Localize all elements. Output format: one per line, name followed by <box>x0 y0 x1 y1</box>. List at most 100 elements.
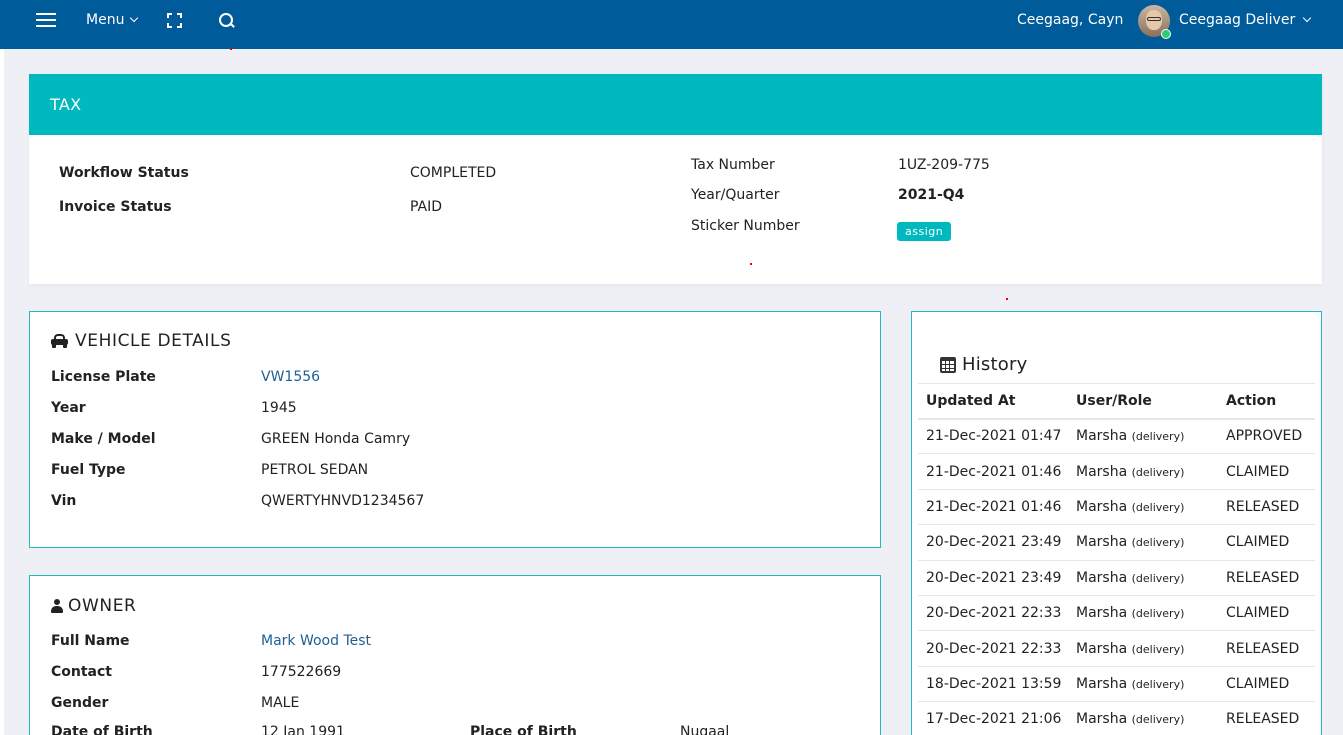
car-icon <box>51 334 68 348</box>
calendar-icon <box>940 356 956 373</box>
search-button[interactable] <box>219 0 237 40</box>
year-quarter-label: Year/Quarter <box>691 187 780 203</box>
invoice-status-label: Invoice Status <box>59 199 172 215</box>
role-dropdown-button[interactable]: Ceegaag Deliver <box>1179 0 1312 40</box>
full-name-link[interactable]: Mark Wood Test <box>261 633 371 649</box>
history-action: CLAIMED <box>1218 666 1315 703</box>
history-user-role: Marsha (delivery) <box>1068 666 1218 703</box>
history-updated-at: 20-Dec-2021 23:49 <box>918 524 1068 561</box>
user-icon <box>51 599 63 613</box>
history-user: Marsha <box>1076 463 1128 480</box>
history-updated-at: 18-Dec-2021 13:59 <box>918 666 1068 703</box>
history-row: 20-Dec-2021 23:49 Marsha (delivery) RELEAS… <box>918 560 1315 596</box>
fuel-type-value: PETROL SEDAN <box>261 462 369 478</box>
role-label: Ceegaag Deliver <box>1179 12 1296 28</box>
history-user: Marsha <box>1076 675 1128 692</box>
history-role: (delivery) <box>1131 430 1185 444</box>
tax-panel-header: TAX <box>29 74 1322 135</box>
make-model-value: GREEN Honda Camry <box>261 431 411 447</box>
column-header-user-role: User/Role <box>1068 383 1218 420</box>
owner-card <box>29 575 881 735</box>
gender-value: MALE <box>261 695 300 711</box>
history-row: 20-Dec-2021 23:49 Marsha (delivery) CLAIME… <box>918 524 1315 561</box>
history-role: (delivery) <box>1131 677 1185 691</box>
menu-dropdown-button[interactable]: Menu <box>86 0 139 40</box>
history-updated-at: 20-Dec-2021 22:33 <box>918 630 1068 667</box>
history-user: Marsha <box>1076 569 1128 586</box>
history-user-role: Marsha (delivery) <box>1068 453 1218 490</box>
dob-label: Date of Birth <box>51 724 153 735</box>
hamburger-icon <box>36 13 56 27</box>
history-action: CLAIMED <box>1218 595 1315 632</box>
history-user-role: Marsha (delivery) <box>1068 630 1218 667</box>
history-row: 17-Dec-2021 21:06 Marsha (delivery) RELEAS… <box>918 701 1315 735</box>
history-user-role: Marsha (delivery) <box>1068 595 1218 632</box>
left-edge <box>0 49 4 735</box>
history-action: CLAIMED <box>1218 453 1315 490</box>
history-user: Marsha <box>1076 711 1128 728</box>
history-action: CLAIMED <box>1218 524 1315 561</box>
column-header-action: Action <box>1218 383 1315 420</box>
avatar[interactable] <box>1138 5 1171 39</box>
artifact-dot <box>230 48 232 50</box>
fuel-type-label: Fuel Type <box>51 462 126 478</box>
history-table: Updated At User/Role Action 21-Dec-2021 … <box>918 383 1315 735</box>
vehicle-details-title: VEHICLE DETAILS <box>75 331 232 351</box>
hamburger-menu-button[interactable] <box>36 0 58 40</box>
history-user-role: Marsha (delivery) <box>1068 418 1218 455</box>
make-model-label: Make / Model <box>51 431 156 447</box>
history-row: 21-Dec-2021 01:46 Marsha (delivery) RELEAS… <box>918 489 1315 526</box>
history-role: (delivery) <box>1131 465 1185 479</box>
workflow-status-value: COMPLETED <box>410 165 497 181</box>
history-header-row: Updated At User/Role Action <box>918 383 1315 420</box>
history-role: (delivery) <box>1131 642 1185 656</box>
history-updated-at: 21-Dec-2021 01:46 <box>918 453 1068 490</box>
history-row: 20-Dec-2021 22:33 Marsha (delivery) RELEAS… <box>918 630 1315 667</box>
artifact-dot <box>1006 298 1008 300</box>
history-user-role: Marsha (delivery) <box>1068 560 1218 596</box>
tax-number-value: 1UZ-209-775 <box>898 157 990 173</box>
history-action: RELEASED <box>1218 489 1315 526</box>
workflow-status-label: Workflow Status <box>59 165 189 181</box>
history-user: Marsha <box>1076 640 1128 657</box>
owner-title: OWNER <box>68 596 137 616</box>
history-role: (delivery) <box>1131 713 1185 727</box>
history-user-role: Marsha (delivery) <box>1068 701 1218 735</box>
year-value: 1945 <box>261 400 297 416</box>
invoice-status-value: PAID <box>410 199 443 215</box>
user-name[interactable]: Ceegaag, Cayn <box>1017 0 1123 40</box>
history-heading: History <box>940 354 1027 375</box>
history-user: Marsha <box>1076 605 1128 622</box>
dob-value: 12 Jan 1991 <box>261 724 345 735</box>
fullscreen-icon <box>167 12 182 28</box>
vin-value: QWERTYHNVD1234567 <box>261 493 425 509</box>
history-user-role: Marsha (delivery) <box>1068 489 1218 526</box>
history-updated-at: 21-Dec-2021 01:47 <box>918 418 1068 455</box>
history-row: 20-Dec-2021 22:33 Marsha (delivery) CLAIME… <box>918 595 1315 632</box>
pob-value: Nugaal <box>680 724 730 735</box>
license-plate-link[interactable]: VW1556 <box>261 369 320 385</box>
online-status-indicator <box>1161 29 1171 39</box>
artifact-dot <box>750 263 752 265</box>
year-quarter-value: 2021-Q4 <box>898 187 965 203</box>
history-user: Marsha <box>1076 498 1128 515</box>
history-role: (delivery) <box>1131 536 1185 550</box>
history-action: RELEASED <box>1218 560 1315 596</box>
owner-heading: OWNER <box>51 596 136 616</box>
history-action: RELEASED <box>1218 701 1315 735</box>
vehicle-details-heading: VEHICLE DETAILS <box>51 331 231 351</box>
search-icon <box>219 12 234 28</box>
year-label: Year <box>51 400 86 416</box>
history-user: Marsha <box>1076 534 1128 551</box>
history-action: RELEASED <box>1218 630 1315 667</box>
history-title: History <box>962 354 1028 375</box>
fullscreen-button[interactable] <box>167 0 185 40</box>
history-updated-at: 17-Dec-2021 21:06 <box>918 701 1068 735</box>
history-role: (delivery) <box>1131 607 1185 621</box>
history-updated-at: 20-Dec-2021 22:33 <box>918 595 1068 632</box>
assign-sticker-button[interactable]: assign <box>897 222 952 241</box>
chevron-down-icon <box>1302 13 1312 23</box>
tax-panel: TAX <box>29 74 1322 284</box>
history-user: Marsha <box>1076 428 1128 445</box>
history-updated-at: 20-Dec-2021 23:49 <box>918 560 1068 596</box>
